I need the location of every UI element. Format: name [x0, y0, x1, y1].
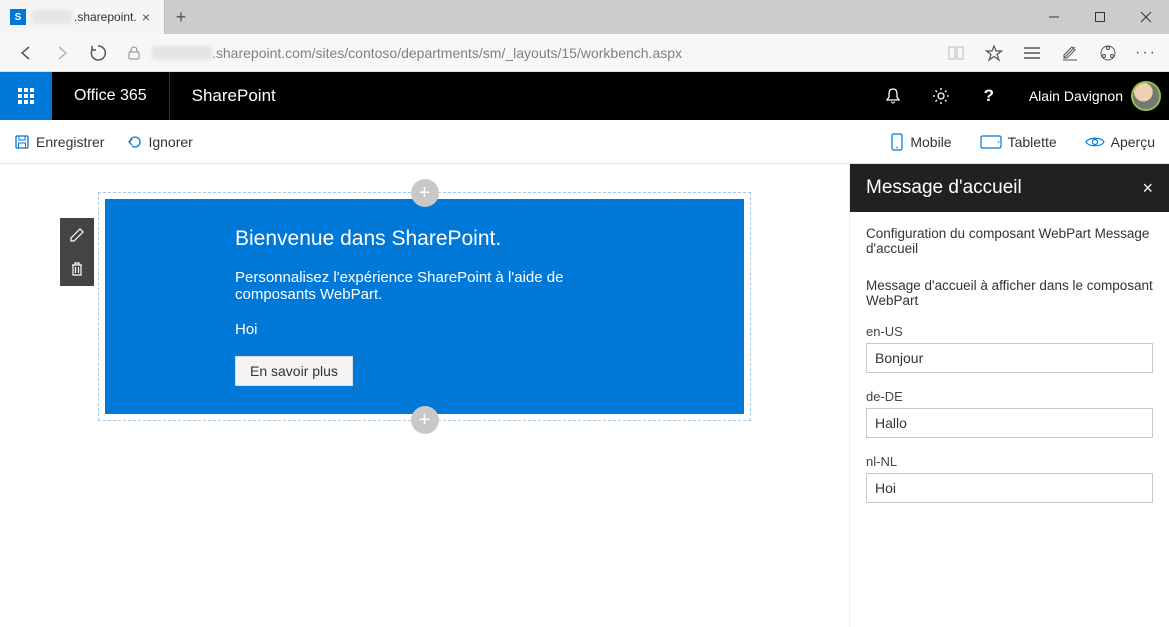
locale-en-label: en-US	[866, 324, 1153, 339]
tablet-icon	[980, 134, 1002, 150]
blurred-subdomain	[152, 46, 212, 60]
locale-de-label: de-DE	[866, 389, 1153, 404]
workbench-canvas: + Bienvenue dans SharePoint. Personnalis…	[0, 164, 849, 627]
url-display[interactable]: .sharepoint.com/sites/contoso/department…	[152, 45, 933, 61]
discard-button[interactable]: Ignorer	[126, 134, 192, 150]
locale-de-input[interactable]	[866, 408, 1153, 438]
help-button[interactable]: ?	[965, 72, 1013, 120]
preview-button[interactable]: Aperçu	[1085, 133, 1155, 151]
user-menu[interactable]: Alain Davignon	[1013, 81, 1169, 111]
mobile-icon	[890, 133, 904, 151]
settings-button[interactable]	[917, 72, 965, 120]
pane-header: Message d'accueil ×	[850, 164, 1169, 212]
greeting-webpart[interactable]: Bienvenue dans SharePoint. Personnalisez…	[105, 199, 744, 414]
mobile-label: Mobile	[910, 134, 951, 150]
pane-close-button[interactable]: ×	[1142, 178, 1153, 199]
share-icon[interactable]	[1093, 38, 1123, 68]
office-365-label[interactable]: Office 365	[52, 72, 170, 120]
pane-field-label: Message d'accueil à afficher dans le com…	[866, 278, 1153, 308]
pane-description: Configuration du composant WebPart Messa…	[866, 226, 1153, 256]
tablet-label: Tablette	[1008, 134, 1057, 150]
preview-icon	[1085, 135, 1105, 149]
notes-icon[interactable]	[1055, 38, 1085, 68]
edit-webpart-button[interactable]	[60, 218, 94, 252]
webpart-zone: + Bienvenue dans SharePoint. Personnalis…	[98, 192, 751, 421]
avatar	[1131, 81, 1161, 111]
webpart-tools	[60, 218, 94, 286]
tab-title: .sharepoint.	[74, 10, 137, 24]
lock-icon	[116, 34, 152, 72]
new-tab-button[interactable]: +	[165, 0, 197, 34]
discard-label: Ignorer	[148, 134, 192, 150]
tab-close-icon[interactable]: ×	[138, 9, 154, 25]
learn-more-button[interactable]: En savoir plus	[235, 356, 353, 386]
window-close[interactable]	[1123, 0, 1169, 34]
save-icon	[14, 134, 30, 150]
sharepoint-label[interactable]: SharePoint	[170, 86, 276, 106]
property-pane: Message d'accueil × Configuration du com…	[849, 164, 1169, 627]
mobile-view-button[interactable]: Mobile	[890, 133, 951, 151]
add-webpart-top[interactable]: +	[411, 179, 439, 207]
window-minimize[interactable]	[1031, 0, 1077, 34]
delete-webpart-button[interactable]	[60, 252, 94, 286]
app-launcher[interactable]	[0, 72, 52, 120]
locale-nl-label: nl-NL	[866, 454, 1153, 469]
undo-icon	[126, 134, 142, 150]
add-webpart-bottom[interactable]: +	[411, 406, 439, 434]
sharepoint-icon: S	[10, 9, 26, 25]
more-icon[interactable]: ···	[1131, 38, 1161, 68]
blurred-domain	[32, 10, 72, 24]
window-maximize[interactable]	[1077, 0, 1123, 34]
hub-icon[interactable]	[1017, 38, 1047, 68]
browser-tab[interactable]: S .sharepoint. ×	[0, 0, 165, 34]
notifications-button[interactable]	[869, 72, 917, 120]
tab-bar: S .sharepoint. × +	[0, 0, 1169, 34]
locale-nl-input[interactable]	[866, 473, 1153, 503]
forward-button[interactable]	[44, 34, 80, 72]
locale-en-input[interactable]	[866, 343, 1153, 373]
url-text: .sharepoint.com/sites/contoso/department…	[212, 45, 682, 61]
tablet-view-button[interactable]: Tablette	[980, 133, 1057, 151]
workbench-toolbar: Enregistrer Ignorer Mobile Tablette Aper…	[0, 120, 1169, 164]
webpart-subtitle: Personnalisez l'expérience SharePoint à …	[235, 269, 614, 303]
back-button[interactable]	[8, 34, 44, 72]
reading-view-icon[interactable]	[941, 38, 971, 68]
pane-title: Message d'accueil	[866, 177, 1022, 199]
app-header: Office 365 SharePoint ? Alain Davignon	[0, 72, 1169, 120]
webpart-title: Bienvenue dans SharePoint.	[235, 227, 614, 251]
preview-label: Aperçu	[1111, 134, 1155, 150]
favorite-icon[interactable]	[979, 38, 1009, 68]
webpart-greeting: Hoi	[235, 321, 614, 338]
address-bar: .sharepoint.com/sites/contoso/department…	[0, 34, 1169, 72]
refresh-button[interactable]	[80, 34, 116, 72]
save-label: Enregistrer	[36, 134, 104, 150]
user-name: Alain Davignon	[1029, 88, 1123, 104]
save-button[interactable]: Enregistrer	[14, 134, 104, 150]
